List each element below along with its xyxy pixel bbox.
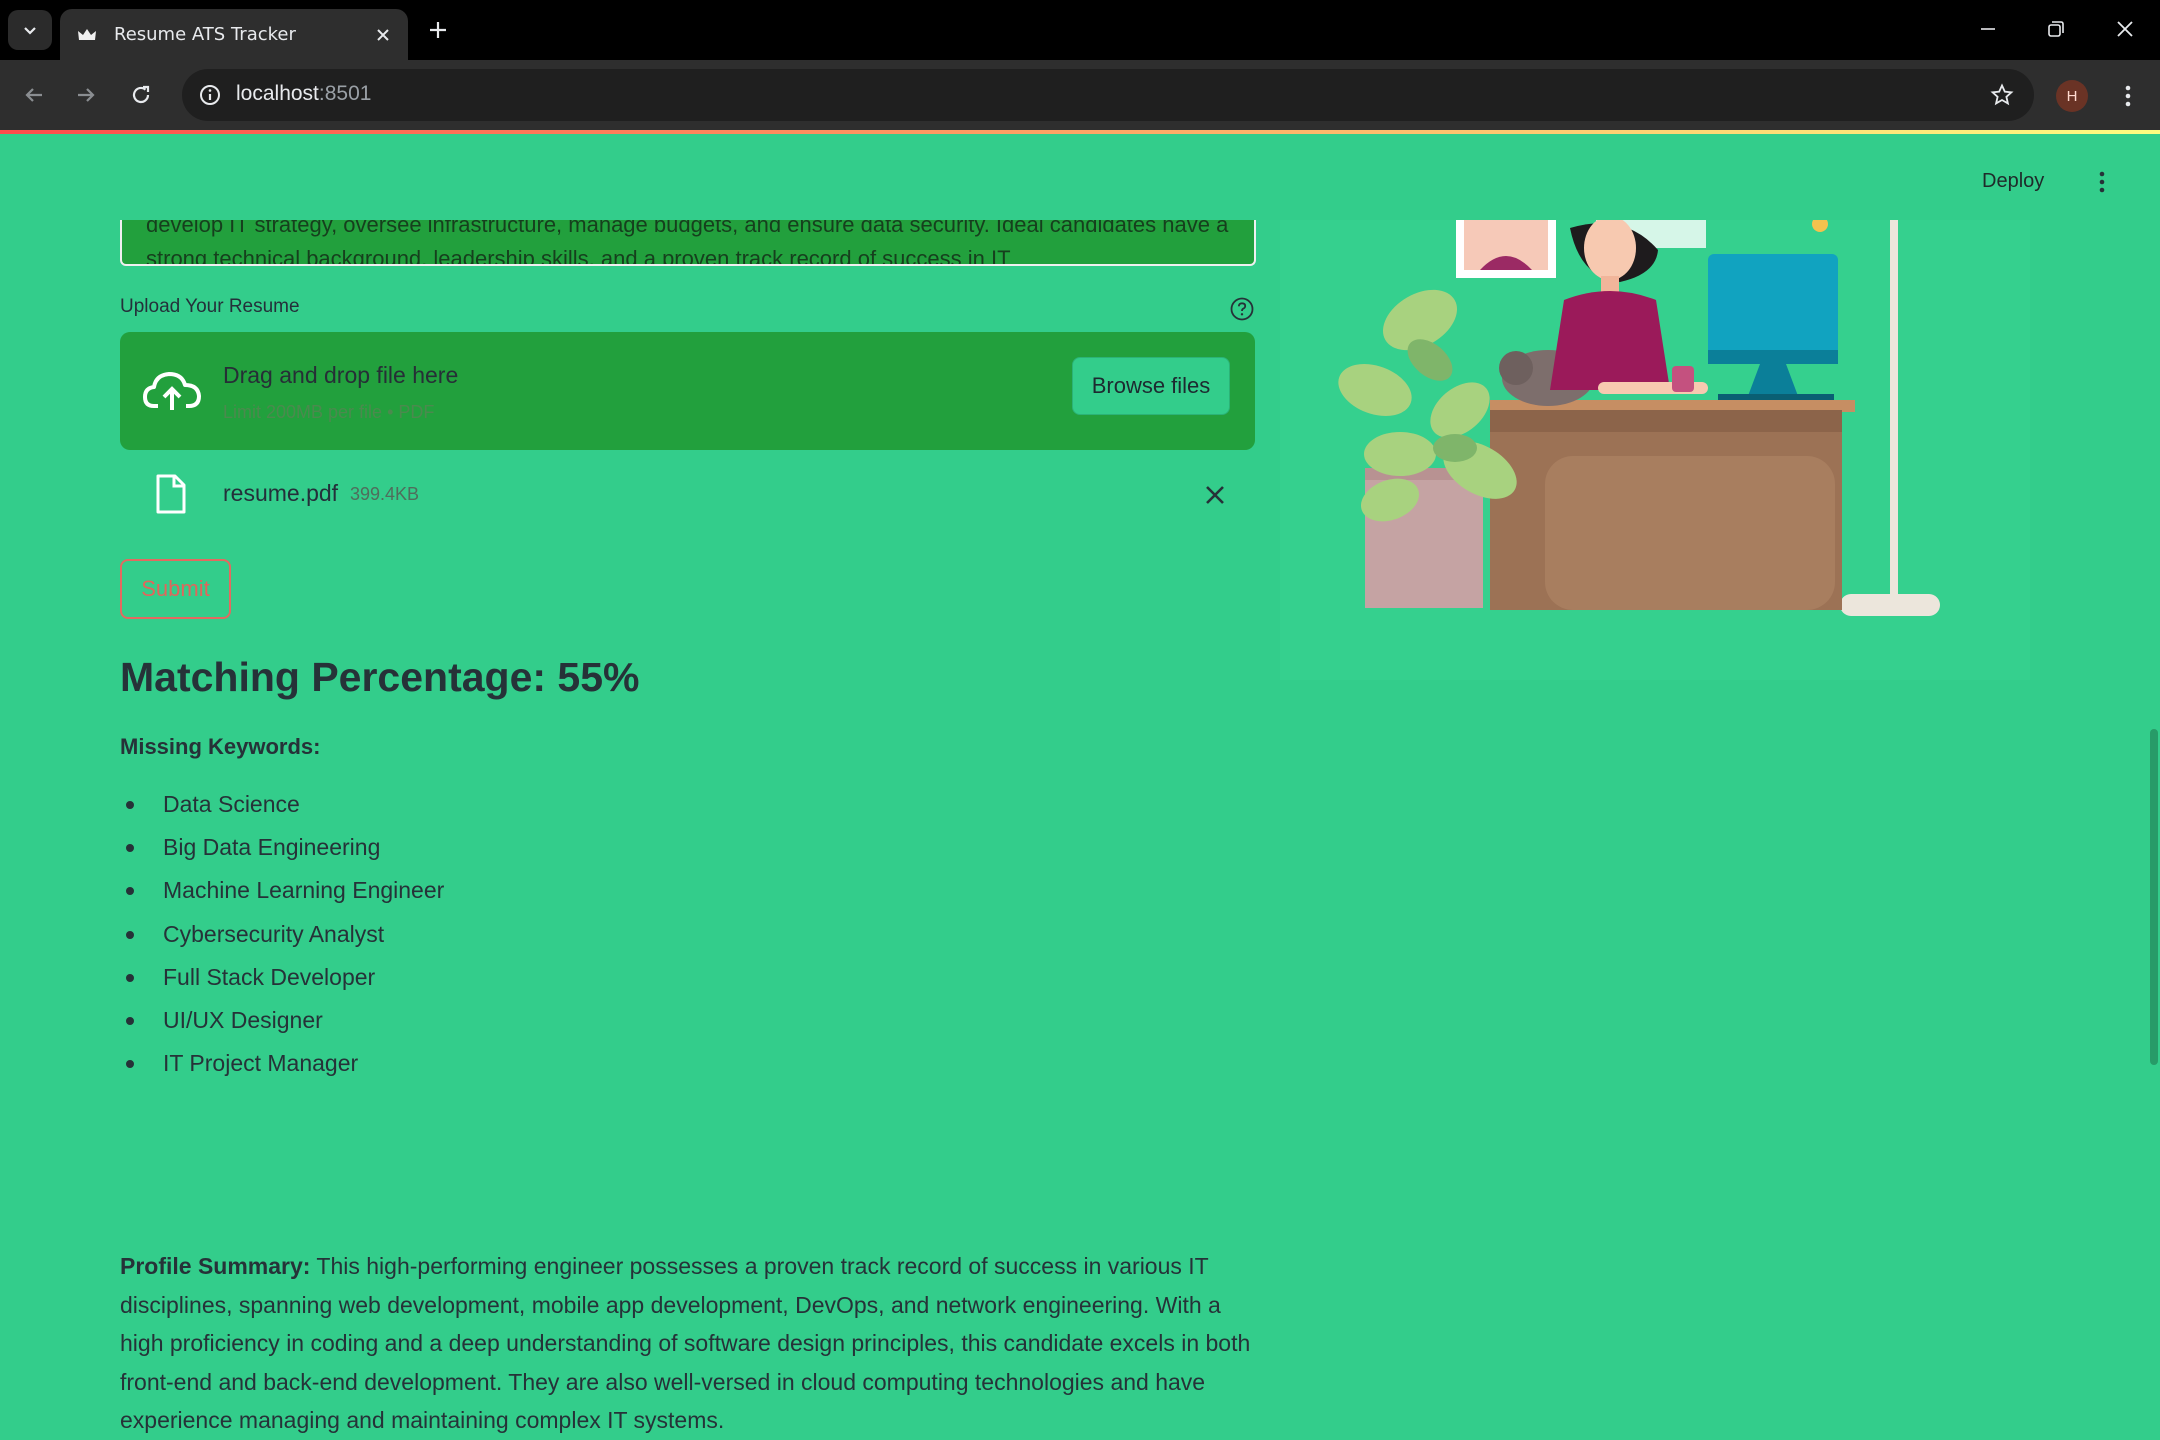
keyword-item: UI/UX Designer: [120, 1005, 444, 1048]
app-main: Deploy develop IT strategy, oversee infr…: [0, 134, 2160, 1433]
close-tab-icon[interactable]: [372, 24, 394, 46]
url-host: localhost: [236, 82, 319, 105]
browser-menu-button[interactable]: [2110, 76, 2146, 116]
tab-title: Resume ATS Tracker: [114, 24, 296, 45]
upload-label: Upload Your Resume: [120, 296, 300, 317]
job-description-text: develop IT strategy, oversee infrastruct…: [146, 220, 1229, 266]
matching-percentage-heading: Matching Percentage: 55%: [120, 654, 640, 700]
deploy-button[interactable]: Deploy: [1982, 170, 2044, 193]
keyword-item: Data Science: [120, 789, 444, 832]
plus-icon: [430, 22, 446, 38]
keyword-item: Cybersecurity Analyst: [120, 919, 444, 962]
file-icon: [156, 474, 186, 514]
profile-summary: Profile Summary: This high-performing en…: [120, 1247, 1260, 1440]
profile-avatar[interactable]: H: [2056, 80, 2088, 112]
missing-keywords-label: Missing Keywords:: [120, 734, 321, 759]
kebab-menu-icon: [2125, 85, 2131, 107]
page-scrollbar[interactable]: [2150, 729, 2158, 1065]
reload-button[interactable]: [121, 75, 161, 115]
forward-icon: [78, 88, 95, 102]
kebab-menu-icon: [2099, 171, 2105, 193]
minimize-icon: [1981, 28, 1995, 30]
profile-summary-text: This high-performing engineer possesses …: [120, 1253, 1251, 1434]
star-icon[interactable]: [1984, 77, 2020, 113]
keyword-item: Full Stack Developer: [120, 962, 444, 1005]
file-name: resume.pdf: [223, 480, 339, 506]
back-icon: [25, 88, 42, 102]
tab-list-button[interactable]: [8, 10, 52, 50]
address-bar[interactable]: localhost:8501: [182, 69, 2034, 121]
close-icon: [2117, 21, 2133, 37]
missing-keywords-list: Data Science Big Data Engineering Machin…: [120, 789, 444, 1091]
url-port: :8501: [318, 82, 372, 105]
profile-summary-label: Profile Summary:: [120, 1253, 311, 1279]
restore-button[interactable]: [2028, 6, 2084, 52]
new-tab-button[interactable]: [420, 12, 456, 48]
app-menu-button[interactable]: [2088, 164, 2116, 200]
chevron-down-icon: [24, 27, 36, 35]
browse-files-button[interactable]: Browse files: [1072, 357, 1230, 415]
keyword-item: Big Data Engineering: [120, 832, 444, 875]
file-dropzone[interactable]: Drag and drop file here Limit 200MB per …: [120, 332, 1255, 450]
dropzone-title: Drag and drop file here: [223, 362, 459, 388]
tab-resume-ats-tracker[interactable]: Resume ATS Tracker: [60, 9, 408, 60]
job-description-textarea[interactable]: develop IT strategy, oversee infrastruct…: [120, 220, 1256, 266]
minimize-button[interactable]: [1960, 6, 2016, 52]
file-size: 399.4KB: [350, 484, 420, 504]
restore-icon: [2048, 21, 2064, 37]
cloud-upload-icon: [143, 372, 201, 410]
url-text: localhost:8501: [236, 82, 371, 106]
back-button[interactable]: [14, 75, 54, 115]
keyword-item: Machine Learning Engineer: [120, 875, 444, 918]
keyword-item: IT Project Manager: [120, 1048, 444, 1091]
crown-favicon-icon: [76, 24, 98, 46]
dropzone-limit: Limit 200MB per file • PDF: [223, 402, 435, 422]
remove-file-icon[interactable]: [1202, 482, 1228, 508]
close-window-button[interactable]: [2097, 6, 2153, 52]
uploaded-file-row: resume.pdf 399.4KB: [120, 470, 1255, 526]
browser-toolbar: localhost:8501 H: [0, 60, 2160, 130]
office-worker-illustration: [1280, 220, 2030, 680]
help-icon[interactable]: [1229, 296, 1255, 322]
submit-button[interactable]: Submit: [120, 559, 231, 619]
forward-button[interactable]: [66, 75, 106, 115]
site-info-icon[interactable]: [192, 77, 228, 113]
browser-tab-strip: Resume ATS Tracker: [0, 0, 2160, 60]
reload-icon: [132, 85, 150, 104]
